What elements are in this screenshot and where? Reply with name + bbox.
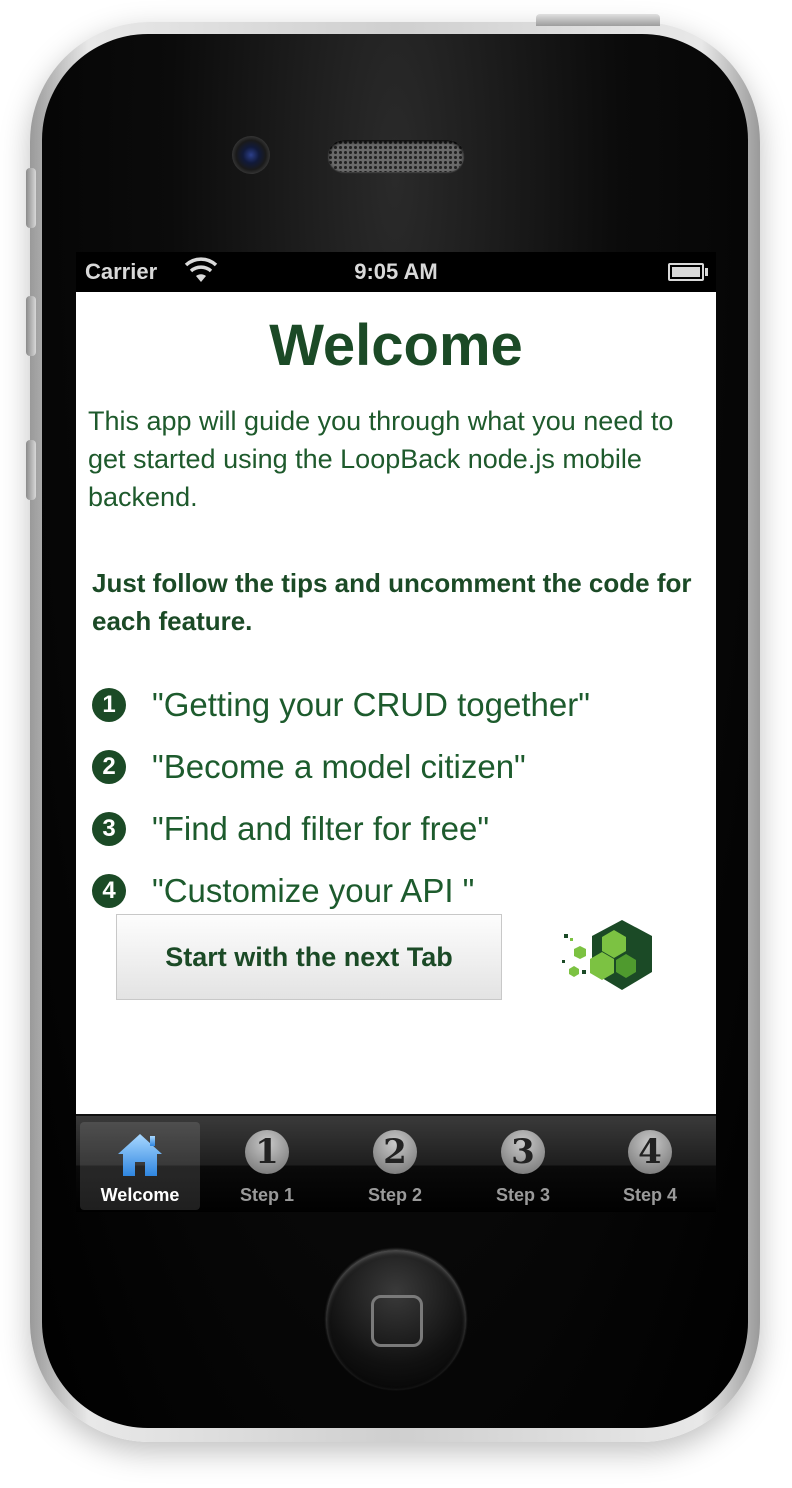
number-3-icon: 3 (501, 1130, 545, 1174)
battery-icon (668, 263, 708, 281)
mute-switch (26, 168, 36, 228)
tab-step-4[interactable]: 4 Step 4 (590, 1122, 710, 1210)
number-1-icon: 1 (245, 1130, 289, 1174)
tab-label: Step 2 (367, 1185, 423, 1205)
list-item: 1 "Getting your CRUD together" (92, 674, 692, 736)
tab-welcome[interactable]: Welcome (80, 1122, 200, 1210)
intro-text: This app will guide you through what you… (88, 406, 674, 512)
tab-step-1[interactable]: 1 Step 1 (207, 1122, 327, 1210)
start-next-tab-button[interactable]: Start with the next Tab (116, 914, 502, 1000)
step-text: "Become a model citizen" (152, 748, 526, 785)
volume-up-button (26, 296, 36, 356)
status-time: 9:05 AM (354, 259, 438, 284)
number-2-icon: 2 (92, 750, 126, 784)
step-text: "Find and filter for free" (152, 810, 490, 847)
list-item: 3 "Find and filter for free" (92, 798, 692, 860)
sleep-button (536, 14, 660, 26)
tab-step-3[interactable]: 3 Step 3 (463, 1122, 583, 1210)
number-4-icon: 4 (628, 1130, 672, 1174)
status-bar: Carrier 9:05 AM (76, 252, 716, 292)
tab-label: Step 4 (622, 1185, 678, 1205)
number-2-icon: 2 (373, 1130, 417, 1174)
home-button[interactable] (326, 1250, 466, 1390)
speaker-grille (328, 140, 464, 172)
number-4-icon: 4 (92, 874, 126, 908)
step-text: "Getting your CRUD together" (152, 686, 590, 723)
welcome-view: Welcome This app will guide you through … (76, 292, 716, 1114)
tab-label: Welcome (100, 1185, 180, 1205)
tab-bar: Welcome 1 Step 1 2 Step 2 3 Step 3 4 Ste… (76, 1114, 716, 1212)
tab-label: Step 3 (495, 1185, 551, 1205)
home-icon (118, 1134, 162, 1176)
list-item: 2 "Become a model citizen" (92, 736, 692, 798)
device-screen: Carrier 9:05 AM Welcome This app will gu… (76, 252, 716, 1212)
steps-list: 1 "Getting your CRUD together" 2 "Become… (92, 674, 692, 922)
camera-icon (232, 136, 270, 174)
home-square-icon (371, 1295, 423, 1347)
step-text: "Customize your API " (152, 872, 475, 909)
loopback-logo-icon (562, 920, 652, 990)
number-1-icon: 1 (92, 688, 126, 722)
tab-step-2[interactable]: 2 Step 2 (335, 1122, 455, 1210)
page-title: Welcome (269, 313, 523, 378)
tip-text: Just follow the tips and uncomment the c… (92, 568, 692, 636)
tab-label: Step 1 (239, 1185, 295, 1205)
number-3-icon: 3 (92, 812, 126, 846)
volume-down-button (26, 440, 36, 500)
